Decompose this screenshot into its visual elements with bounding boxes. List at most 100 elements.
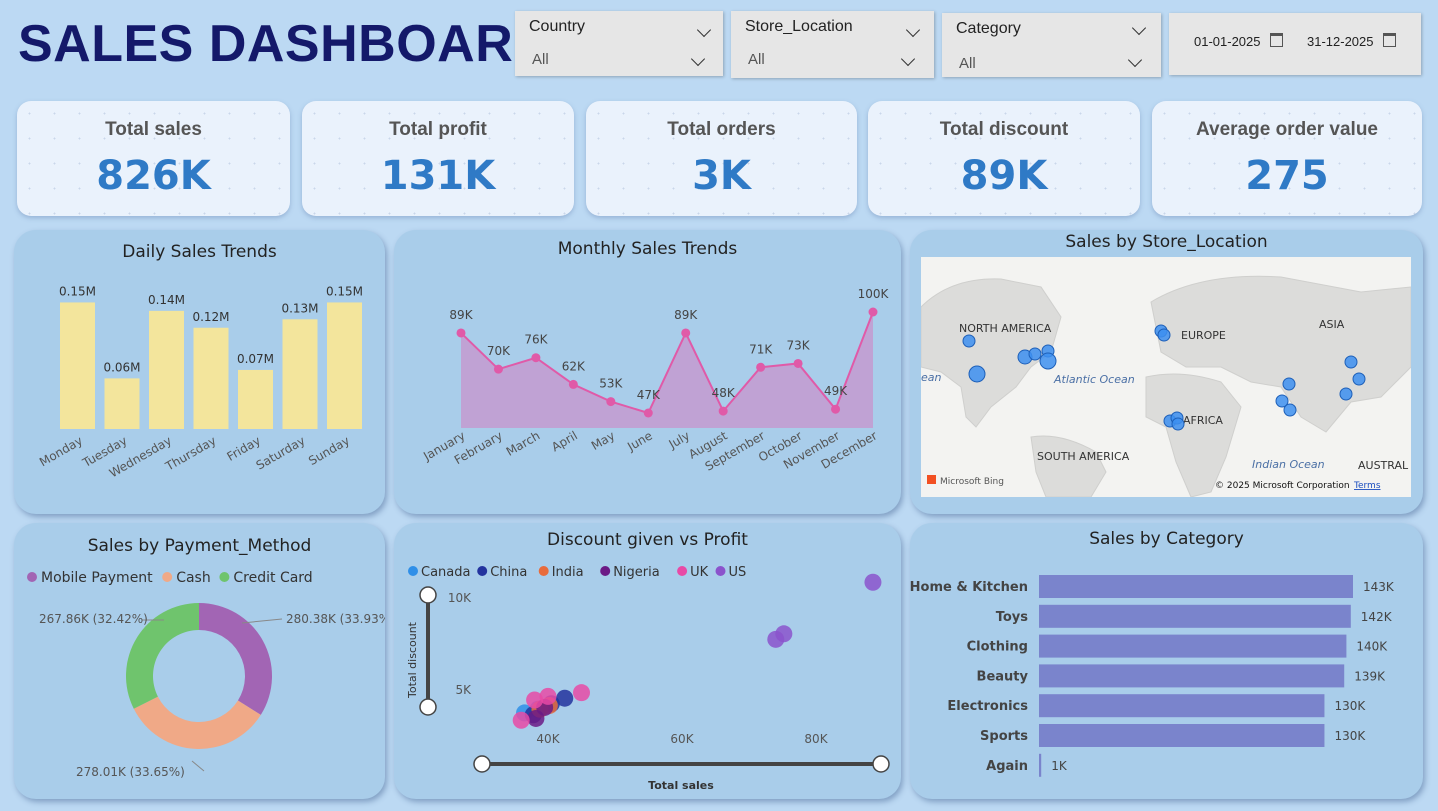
daily-bar[interactable] (193, 327, 229, 429)
legend-swatch (538, 566, 549, 576)
store-location-slicer-value[interactable]: All (748, 51, 765, 68)
map-attribution: © 2025 Microsoft Corporation (1215, 481, 1350, 491)
chevron-down-icon[interactable] (696, 22, 712, 38)
store-location-marker[interactable] (1028, 347, 1042, 361)
scatter-point[interactable] (775, 625, 793, 643)
scatter-point[interactable] (573, 684, 590, 702)
category-bar[interactable] (1039, 604, 1351, 628)
y-range-slider-handle[interactable] (419, 586, 437, 604)
monthly-point[interactable] (456, 328, 466, 338)
category-slicer[interactable]: Category All (942, 13, 1161, 77)
store-location-marker[interactable] (1352, 372, 1366, 386)
monthly-point-label: 71K (749, 342, 773, 356)
daily-x-tick: Monday (37, 433, 85, 469)
monthly-point[interactable] (681, 328, 691, 338)
calendar-icon[interactable] (1382, 33, 1396, 47)
monthly-point[interactable] (568, 379, 578, 389)
category-sales-chart[interactable]: Home & Kitchen 143K Toys 142K Clothing 140K Be… (910, 523, 1423, 799)
monthly-point[interactable] (868, 307, 878, 317)
y-tick: 5K (455, 683, 472, 697)
category-value-label: 1K (1051, 759, 1068, 773)
monthly-point[interactable] (831, 404, 841, 414)
daily-bar[interactable] (104, 378, 140, 429)
payment-method-card[interactable]: Sales by Payment_Method Mobile Payment Ca… (14, 523, 385, 799)
store-location-marker[interactable] (1157, 328, 1171, 342)
end-date-input[interactable]: 31-12-2025 (1307, 33, 1396, 49)
store-location-marker[interactable] (1282, 377, 1296, 391)
monthly-point[interactable] (606, 397, 616, 407)
chevron-down-icon[interactable] (690, 51, 706, 67)
legend-label[interactable]: Nigeria (613, 565, 660, 580)
monthly-sales-card[interactable]: Monthly Sales Trends 89K January 70K Februa… (394, 230, 901, 514)
daily-bar[interactable] (238, 369, 273, 429)
x-range-slider-handle[interactable] (872, 755, 890, 773)
donut-slice[interactable] (199, 603, 272, 715)
date-range-slicer[interactable]: 01-01-2025 31-12-2025 (1169, 13, 1421, 75)
category-bar[interactable] (1039, 634, 1347, 658)
monthly-x-tick: April (549, 428, 580, 454)
country-slicer-value[interactable]: All (532, 51, 549, 68)
legend-label[interactable]: Credit Card (233, 570, 312, 586)
monthly-point[interactable] (531, 353, 541, 363)
store-location-marker[interactable] (1344, 355, 1358, 369)
y-range-slider-handle[interactable] (419, 698, 437, 716)
daily-sales-chart[interactable]: 0.15MMonday0.06MTuesday0.14MWednesday0.1… (14, 230, 385, 514)
start-date-value[interactable]: 01-01-2025 (1194, 34, 1261, 49)
end-date-value[interactable]: 31-12-2025 (1307, 34, 1374, 49)
category-bar[interactable] (1039, 575, 1353, 598)
chevron-down-icon[interactable] (905, 22, 921, 38)
store-location-marker[interactable] (1339, 387, 1353, 401)
store-location-marker[interactable] (1039, 352, 1057, 370)
legend-label[interactable]: Cash (176, 570, 211, 586)
category-bar[interactable] (1039, 753, 1042, 777)
scatter-point[interactable] (539, 687, 557, 705)
legend-label[interactable]: UK (690, 565, 709, 580)
legend-label[interactable]: China (490, 565, 527, 580)
scatter-point[interactable] (512, 711, 530, 729)
daily-bar[interactable] (149, 310, 184, 429)
category-sales-card[interactable]: Sales by Category Home & Kitchen 143K Toys… (910, 523, 1423, 799)
category-bar[interactable] (1039, 664, 1345, 688)
store-location-map-card[interactable]: Sales by Store_Location NORTH AMERICA EU… (910, 230, 1423, 514)
monthly-point[interactable] (793, 358, 803, 368)
payment-method-donut[interactable]: Mobile Payment Cash Credit Card 280.38K (33… (14, 523, 385, 799)
daily-bar[interactable] (282, 319, 318, 429)
store-location-marker[interactable] (1171, 417, 1185, 431)
monthly-point[interactable] (718, 406, 728, 416)
store-location-marker[interactable] (1283, 403, 1297, 417)
daily-bar[interactable] (60, 302, 95, 429)
monthly-point-label: 47K (637, 388, 661, 402)
scatter-point[interactable] (864, 573, 882, 591)
daily-x-tick: Sunday (306, 433, 352, 468)
store-location-slicer[interactable]: Store_Location All (731, 11, 934, 78)
chevron-down-icon[interactable] (1131, 20, 1147, 36)
discount-profit-scatter[interactable]: Canada China India Nigeria UK US Total sales To… (394, 523, 901, 799)
legend-label[interactable]: US (729, 565, 747, 580)
store-location-marker[interactable] (962, 334, 976, 348)
monthly-point[interactable] (643, 408, 653, 418)
monthly-point[interactable] (756, 362, 766, 372)
legend-label[interactable]: Canada (421, 565, 470, 580)
daily-bar[interactable] (327, 302, 362, 429)
country-slicer[interactable]: Country All (515, 11, 723, 76)
legend-label[interactable]: Mobile Payment (41, 570, 153, 586)
category-bar[interactable] (1039, 724, 1325, 747)
discount-profit-card[interactable]: Discount given vs Profit Canada China Indi… (394, 523, 901, 799)
monthly-sales-chart[interactable]: 89KJanuary70KFebruary76KMarch62KApril53K… (394, 230, 901, 514)
category-slicer-value[interactable]: All (959, 55, 976, 72)
x-tick: 80K (804, 732, 828, 746)
x-range-slider-handle[interactable] (473, 755, 491, 773)
map-terms-link[interactable]: Terms (1353, 481, 1381, 491)
chevron-down-icon[interactable] (1127, 52, 1143, 68)
category-bar[interactable] (1039, 694, 1325, 718)
chevron-down-icon[interactable] (900, 51, 916, 67)
legend-label[interactable]: India (552, 565, 584, 580)
monthly-point[interactable] (493, 364, 503, 374)
store-location-marker[interactable] (968, 365, 986, 383)
donut-slice[interactable] (133, 696, 261, 749)
calendar-icon[interactable] (1269, 33, 1283, 47)
daily-sales-card[interactable]: Daily Sales Trends 0.15M Monday 0.06M Tuesd… (14, 230, 385, 514)
world-map[interactable]: NORTH AMERICA EUROPE ASIA Atlantic Ocean… (921, 257, 1411, 497)
scatter-point[interactable] (556, 689, 574, 707)
start-date-input[interactable]: 01-01-2025 (1194, 33, 1283, 49)
